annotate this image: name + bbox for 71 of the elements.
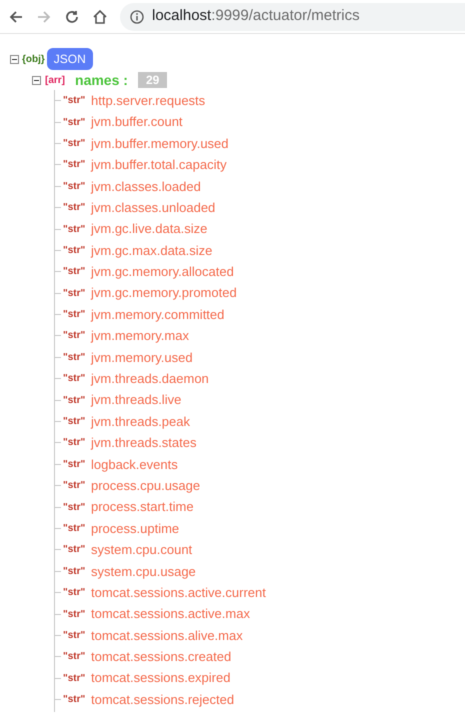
- value-text: jvm.classes.loaded: [91, 178, 201, 196]
- value-text: jvm.memory.used: [91, 348, 193, 367]
- value-text: jvm.gc.memory.allocated: [91, 263, 234, 282]
- type-label: "str": [63, 201, 86, 216]
- type-label: "str": [63, 180, 86, 194]
- value-text: jvm.classes.unloaded: [91, 198, 216, 217]
- type-label: "str": [63, 672, 86, 686]
- collapse-icon[interactable]: [32, 76, 41, 84]
- value-text: jvm.buffer.total.capacity: [91, 156, 227, 174]
- value-text: jvm.gc.max.data.size: [91, 242, 212, 260]
- value-text: process.start.time: [91, 498, 194, 516]
- value-text: logback.events: [91, 456, 178, 474]
- type-label: "str": [63, 244, 86, 258]
- value-text: jvm.threads.live: [91, 391, 182, 410]
- type-label: "str": [63, 586, 86, 600]
- info-icon: [130, 10, 144, 24]
- type-label: "str": [63, 436, 86, 450]
- type-label: "str": [63, 458, 86, 472]
- value-text: tomcat.sessions.rejected: [91, 690, 234, 709]
- type-label: "str": [63, 394, 86, 408]
- reload-icon[interactable]: [64, 8, 80, 24]
- address-bar[interactable]: localhost:9999/actuator/metrics: [120, 2, 465, 30]
- value-text: jvm.memory.max: [91, 327, 189, 346]
- value-text: process.uptime: [91, 520, 180, 538]
- type-label: "str": [63, 265, 86, 280]
- value-text: http.server.requests: [91, 92, 206, 110]
- type-label: "str": [63, 608, 86, 622]
- type-label: "str": [63, 522, 86, 536]
- type-label: [arr]: [45, 74, 66, 88]
- value-text: jvm.memory.committed: [91, 306, 224, 324]
- type-label: "str": [63, 158, 86, 172]
- collapse-icon[interactable]: [10, 54, 19, 64]
- value-text: system.cpu.count: [91, 541, 192, 560]
- value-text: tomcat.sessions.created: [91, 648, 232, 666]
- value-text: system.cpu.usage: [91, 562, 196, 581]
- value-text: tomcat.sessions.expired: [91, 669, 230, 688]
- type-label: "str": [63, 543, 86, 558]
- value-text: tomcat.sessions.alive.max: [91, 626, 243, 645]
- type-label: "str": [63, 222, 86, 237]
- type-label: "str": [63, 372, 86, 386]
- type-label: "str": [63, 286, 86, 301]
- count-badge: 29: [138, 72, 168, 88]
- value-text: tomcat.sessions.active.max: [91, 605, 250, 624]
- value-text: jvm.gc.memory.promoted: [91, 284, 237, 302]
- value-text: jvm.buffer.count: [91, 113, 183, 132]
- type-label: "str": [63, 564, 86, 579]
- type-label: "str": [63, 329, 86, 344]
- root-badge: JSON: [46, 48, 93, 70]
- url-text: localhost:9999/actuator/metrics: [152, 6, 360, 26]
- value-text: tomcat.sessions.active.current: [91, 584, 266, 602]
- home-icon[interactable]: [92, 8, 108, 24]
- type-label: "str": [63, 136, 86, 151]
- value-text: jvm.threads.states: [91, 434, 196, 452]
- type-label: "str": [63, 479, 86, 494]
- type-label: "str": [63, 94, 86, 108]
- type-label: "str": [63, 415, 86, 430]
- type-label: "str": [63, 650, 86, 664]
- value-text: jvm.threads.daemon: [91, 370, 209, 388]
- value-text: process.cpu.usage: [91, 476, 200, 495]
- back-arrow-icon[interactable]: [8, 8, 24, 24]
- type-label: "str": [63, 628, 86, 643]
- type-label: "str": [63, 693, 86, 708]
- type-label: {obj}: [22, 52, 45, 66]
- value-text: jvm.gc.live.data.size: [91, 220, 208, 238]
- value-text: jvm.threads.peak: [91, 412, 190, 431]
- type-label: "str": [63, 116, 86, 130]
- key-label: names :: [75, 70, 128, 90]
- type-label: "str": [63, 500, 86, 515]
- type-label: "str": [63, 350, 86, 365]
- type-label: "str": [63, 308, 86, 322]
- value-text: jvm.buffer.memory.used: [91, 134, 229, 153]
